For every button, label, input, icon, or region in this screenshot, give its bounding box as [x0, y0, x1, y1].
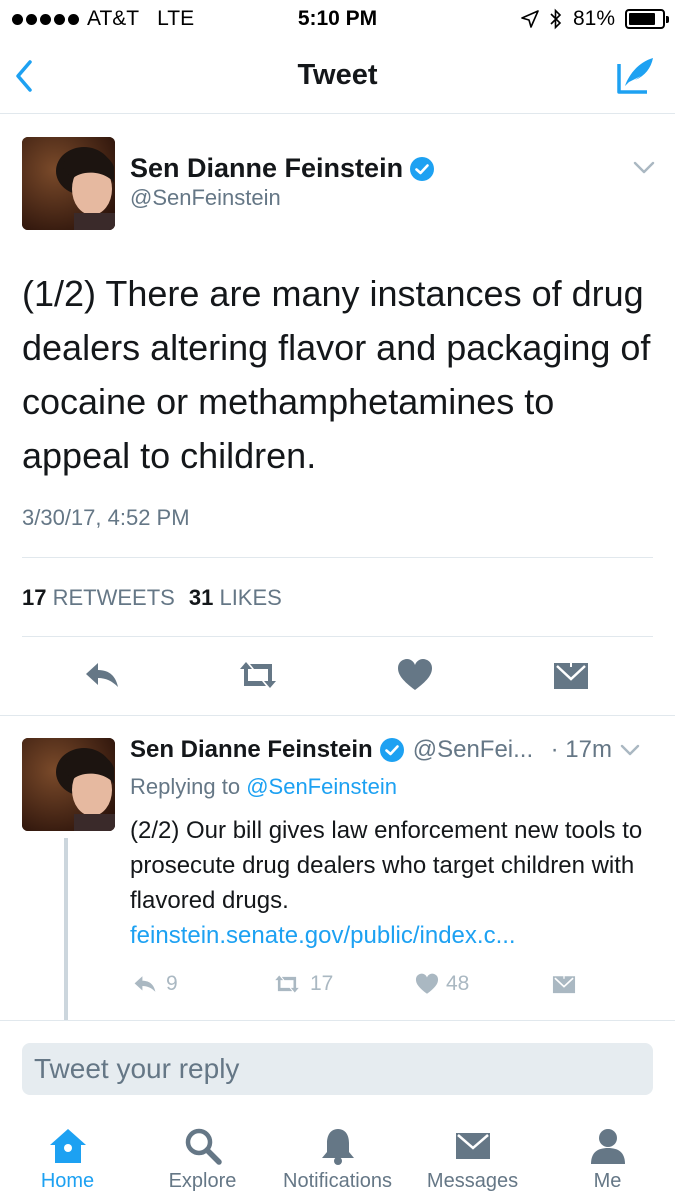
location-arrow-icon	[521, 10, 539, 28]
envelope-icon	[455, 1133, 490, 1159]
divider	[22, 557, 653, 558]
tab-label: Me	[593, 1170, 622, 1192]
tweet-actions	[0, 655, 675, 705]
thread-line	[64, 838, 68, 1020]
avatar[interactable]	[22, 738, 115, 831]
avatar[interactable]	[22, 137, 115, 230]
page-title: Tweet	[297, 59, 378, 91]
chevron-down-icon[interactable]	[620, 744, 640, 757]
retweets-stat[interactable]: 17 RETWEETS	[22, 585, 175, 611]
tab-label: Messages	[426, 1170, 519, 1192]
retweet-count: 17	[310, 972, 334, 995]
status-right: 81%	[521, 7, 669, 31]
retweets-label: RETWEETS	[52, 585, 175, 610]
reply-author-name[interactable]: Sen Dianne Feinstein	[130, 736, 373, 764]
tab-label: Notifications	[283, 1170, 392, 1192]
reply-header: Sen Dianne Feinstein @SenFei... · 17m	[130, 736, 660, 764]
like-count: 48	[446, 972, 470, 995]
tweet-stats: 17 RETWEETS 31 LIKES	[22, 585, 282, 611]
avatar-photo	[22, 137, 115, 230]
likes-count: 31	[188, 585, 214, 610]
reply-input[interactable]	[22, 1043, 653, 1095]
dm-envelope-icon	[552, 972, 576, 994]
retweet-icon[interactable]	[236, 655, 280, 695]
reply-icon[interactable]	[82, 655, 122, 695]
battery-percent: 81%	[572, 7, 615, 30]
tab-explore[interactable]: Explore	[135, 1110, 270, 1200]
like-action[interactable]: 48	[414, 971, 469, 997]
reply-link[interactable]: feinstein.senate.gov/public/index.c...	[130, 918, 660, 953]
author-name-text: Sen Dianne Feinstein	[130, 153, 404, 183]
replying-mention[interactable]: @SenFeinstein	[246, 774, 397, 799]
heart-icon	[415, 973, 439, 994]
nav-bar: Tweet	[0, 40, 675, 114]
tab-label: Explore	[168, 1170, 237, 1192]
verified-badge-icon	[410, 156, 435, 181]
reply-time: · 17m	[550, 736, 612, 763]
replying-prefix: Replying to	[130, 774, 241, 799]
reply-actions: 9 17 48	[130, 971, 630, 1001]
likes-stat[interactable]: 31 LIKES	[189, 585, 282, 611]
heart-icon[interactable]	[395, 655, 435, 695]
reply-body: (2/2) Our bill gives law enforcement new…	[130, 817, 643, 914]
likes-label: LIKES	[219, 585, 282, 610]
divider	[22, 636, 653, 637]
battery-icon	[625, 9, 669, 29]
reply-text: (2/2) Our bill gives law enforcement new…	[130, 813, 660, 953]
bluetooth-icon	[550, 8, 562, 30]
search-icon	[185, 1128, 222, 1165]
tweet-text: (1/2) There are many instances of drug d…	[22, 273, 651, 476]
reply-tweet[interactable]: Sen Dianne Feinstein @SenFei... · 17m Re…	[0, 716, 675, 1020]
tab-notifications[interactable]: Notifications	[270, 1110, 405, 1200]
status-bar: AT&T LTE 5:10 PM 81%	[0, 0, 675, 40]
author-name[interactable]: Sen Dianne Feinstein	[130, 153, 435, 184]
reply-action[interactable]: 9	[130, 971, 178, 997]
tweet-timestamp: 3/30/17, 4:52 PM	[22, 505, 190, 530]
bell-icon	[321, 1129, 354, 1165]
avatar-photo	[22, 738, 115, 831]
tab-label: Home	[40, 1170, 95, 1192]
chevron-down-icon[interactable]	[633, 161, 655, 175]
compose-quill-icon[interactable]	[615, 54, 657, 96]
retweet-icon	[275, 975, 299, 993]
retweets-count: 17	[22, 585, 47, 610]
home-icon	[49, 1129, 86, 1163]
author-handle[interactable]: @SenFeinstein	[130, 185, 281, 211]
dm-action[interactable]	[550, 971, 578, 997]
battery-fill	[629, 13, 655, 25]
tab-me[interactable]: Me	[540, 1110, 675, 1200]
replying-to: Replying to @SenFeinstein	[130, 774, 397, 800]
person-icon	[590, 1129, 625, 1164]
reply-icon	[134, 976, 156, 992]
reply-author-handle[interactable]: @SenFei...	[413, 736, 533, 764]
tab-bar: Home Explore Notifications Messages Me	[0, 1110, 675, 1200]
reply-count: 9	[166, 972, 178, 995]
retweet-action[interactable]: 17	[270, 971, 333, 997]
verified-badge-icon	[379, 738, 404, 762]
tab-messages[interactable]: Messages	[405, 1110, 540, 1200]
dm-envelope-icon[interactable]	[551, 655, 591, 695]
tab-home[interactable]: Home	[0, 1110, 135, 1200]
reply-bar	[0, 1020, 675, 1110]
